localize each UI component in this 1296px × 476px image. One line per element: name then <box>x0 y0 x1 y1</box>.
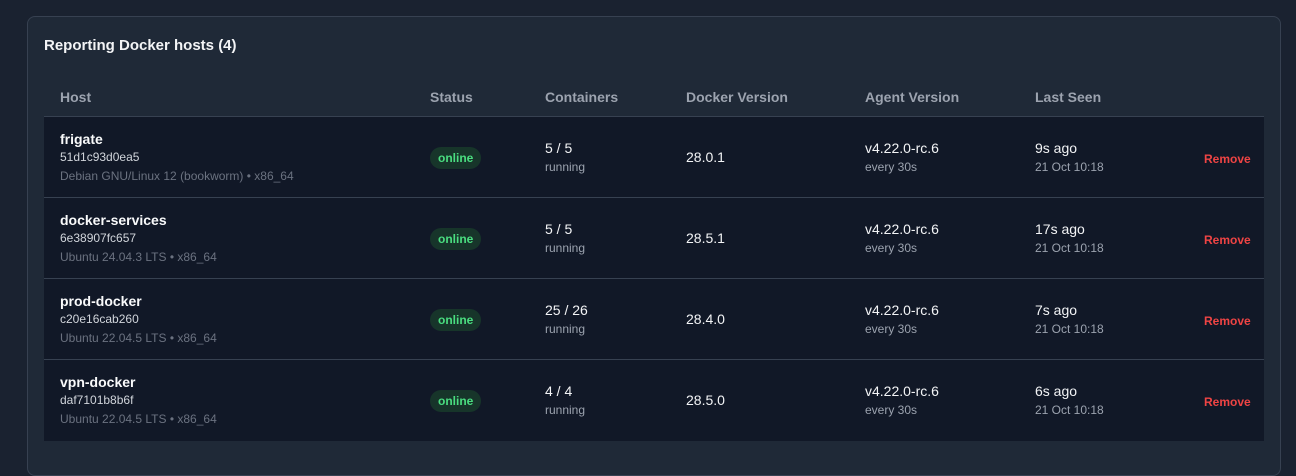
table-body: frigate 51d1c93d0ea5 Debian GNU/Linux 12… <box>44 117 1264 441</box>
docker-hosts-panel: Reporting Docker hosts (4) Host Status C… <box>27 16 1281 476</box>
host-name: vpn-docker <box>60 374 136 390</box>
containers-cell: 5 / 5 running <box>545 140 585 174</box>
remove-button[interactable]: Remove <box>1204 152 1251 166</box>
remove-button[interactable]: Remove <box>1204 395 1251 409</box>
column-header-status: Status <box>430 89 473 105</box>
status-cell: online <box>430 147 482 169</box>
host-cell: docker-services 6e38907fc657 Ubuntu 24.0… <box>60 212 217 264</box>
agent-version: v4.22.0-rc.6 <box>865 221 939 237</box>
column-header-docker-version: Docker Version <box>686 89 788 105</box>
last-seen-relative: 9s ago <box>1035 140 1078 156</box>
remove-button[interactable]: Remove <box>1204 314 1251 328</box>
status-badge: online <box>430 309 482 331</box>
table-row: prod-docker c20e16cab260 Ubuntu 22.04.5 … <box>44 279 1264 360</box>
agent-cell: v4.22.0-rc.6 every 30s <box>865 221 939 255</box>
docker-hosts-table: Host Status Containers Docker Version Ag… <box>44 79 1264 441</box>
agent-interval: every 30s <box>865 403 918 417</box>
docker-version: 28.4.0 <box>686 311 725 327</box>
table-row: frigate 51d1c93d0ea5 Debian GNU/Linux 12… <box>44 117 1264 198</box>
host-os: Ubuntu 24.04.3 LTS • x86_64 <box>60 250 217 264</box>
host-cell: frigate 51d1c93d0ea5 Debian GNU/Linux 12… <box>60 131 294 183</box>
status-cell: online <box>430 309 482 331</box>
status-badge: online <box>430 390 482 412</box>
last-seen-cell: 17s ago 21 Oct 10:18 <box>1035 221 1104 255</box>
agent-interval: every 30s <box>865 160 918 174</box>
containers-cell: 25 / 26 running <box>545 302 588 336</box>
docker-version: 28.5.0 <box>686 392 725 408</box>
status-badge: online <box>430 228 482 250</box>
last-seen-date: 21 Oct 10:18 <box>1035 322 1104 336</box>
containers-status: running <box>545 241 586 255</box>
table-row: vpn-docker daf7101b8b6f Ubuntu 22.04.5 L… <box>44 360 1264 441</box>
column-header-host: Host <box>60 89 92 105</box>
action-cell: Remove <box>1204 393 1264 411</box>
column-header-last-seen: Last Seen <box>1035 89 1102 105</box>
agent-version: v4.22.0-rc.6 <box>865 383 939 399</box>
host-name: frigate <box>60 131 103 147</box>
last-seen-date: 21 Oct 10:18 <box>1035 160 1104 174</box>
host-os: Debian GNU/Linux 12 (bookworm) • x86_64 <box>60 169 294 183</box>
last-seen-relative: 6s ago <box>1035 383 1078 399</box>
last-seen-relative: 7s ago <box>1035 302 1078 318</box>
host-name: prod-docker <box>60 293 142 309</box>
agent-version: v4.22.0-rc.6 <box>865 302 939 318</box>
column-header-agent-version: Agent Version <box>865 89 960 105</box>
table-row: docker-services 6e38907fc657 Ubuntu 24.0… <box>44 198 1264 279</box>
agent-interval: every 30s <box>865 322 918 336</box>
status-cell: online <box>430 390 482 412</box>
containers-cell: 4 / 4 running <box>545 383 585 417</box>
containers-count: 25 / 26 <box>545 302 588 318</box>
action-cell: Remove <box>1204 312 1264 330</box>
action-cell: Remove <box>1204 231 1264 249</box>
action-cell: Remove <box>1204 150 1264 168</box>
containers-status: running <box>545 322 586 336</box>
host-id: 6e38907fc657 <box>60 231 137 245</box>
last-seen-date: 21 Oct 10:18 <box>1035 241 1104 255</box>
table-header: Host Status Containers Docker Version Ag… <box>44 79 1264 117</box>
host-id: 51d1c93d0ea5 <box>60 150 140 164</box>
containers-count: 5 / 5 <box>545 221 573 237</box>
host-cell: vpn-docker daf7101b8b6f Ubuntu 22.04.5 L… <box>60 374 217 426</box>
status-badge: online <box>430 147 482 169</box>
containers-cell: 5 / 5 running <box>545 221 585 255</box>
agent-cell: v4.22.0-rc.6 every 30s <box>865 383 939 417</box>
last-seen-relative: 17s ago <box>1035 221 1085 237</box>
docker-version: 28.0.1 <box>686 149 725 165</box>
last-seen-cell: 7s ago 21 Oct 10:18 <box>1035 302 1104 336</box>
containers-count: 5 / 5 <box>545 140 573 156</box>
agent-interval: every 30s <box>865 241 918 255</box>
last-seen-cell: 6s ago 21 Oct 10:18 <box>1035 383 1104 417</box>
host-os: Ubuntu 22.04.5 LTS • x86_64 <box>60 412 217 426</box>
column-header-containers: Containers <box>545 89 619 105</box>
panel-title: Reporting Docker hosts (4) <box>44 37 237 54</box>
agent-cell: v4.22.0-rc.6 every 30s <box>865 302 939 336</box>
status-cell: online <box>430 228 482 250</box>
host-id: daf7101b8b6f <box>60 393 134 407</box>
remove-button[interactable]: Remove <box>1204 233 1251 247</box>
agent-cell: v4.22.0-rc.6 every 30s <box>865 140 939 174</box>
last-seen-cell: 9s ago 21 Oct 10:18 <box>1035 140 1104 174</box>
host-name: docker-services <box>60 212 167 228</box>
docker-version: 28.5.1 <box>686 230 725 246</box>
host-id: c20e16cab260 <box>60 312 139 326</box>
agent-version: v4.22.0-rc.6 <box>865 140 939 156</box>
containers-status: running <box>545 403 586 417</box>
containers-status: running <box>545 160 586 174</box>
host-cell: prod-docker c20e16cab260 Ubuntu 22.04.5 … <box>60 293 217 345</box>
host-os: Ubuntu 22.04.5 LTS • x86_64 <box>60 331 217 345</box>
last-seen-date: 21 Oct 10:18 <box>1035 403 1104 417</box>
containers-count: 4 / 4 <box>545 383 573 399</box>
